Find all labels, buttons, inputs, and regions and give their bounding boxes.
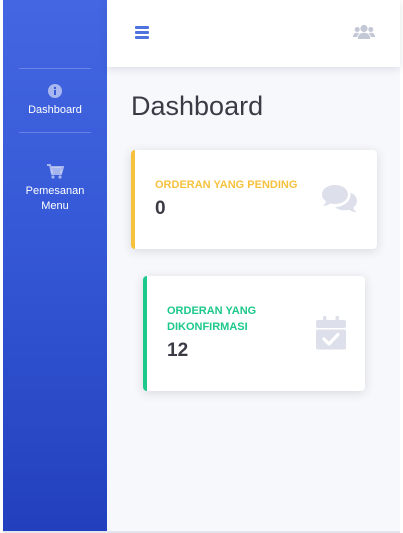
confirmed-orders-card: ORDERAN YANG DIKONFIRMASI 12 (143, 276, 365, 391)
topbar (107, 0, 400, 67)
app-window: Dashboard Pemesanan Menu Dashboard ORDER… (0, 0, 403, 533)
sidebar-item-pemesanan-menu[interactable]: Pemesanan Menu (3, 164, 107, 214)
pending-orders-card: ORDERAN YANG PENDING 0 (131, 150, 377, 249)
card-label: ORDERAN YANG DIKONFIRMASI (167, 305, 257, 333)
sidebar-item-label: Pemesanan Menu (25, 185, 85, 212)
sidebar-divider (19, 68, 91, 69)
card-value: 12 (167, 340, 189, 361)
main-content: Dashboard ORDERAN YANG PENDING 0 ORDERAN… (107, 0, 400, 533)
sidebar-item-label: Dashboard (28, 104, 82, 116)
hamburger-menu-icon[interactable] (135, 26, 149, 39)
shopping-cart-icon (46, 164, 64, 179)
sidebar-divider (19, 132, 91, 133)
users-icon[interactable] (353, 24, 375, 40)
sidebar: Dashboard Pemesanan Menu (3, 0, 107, 533)
page-title: Dashboard (131, 91, 264, 121)
info-circle-icon (48, 84, 62, 98)
card-value: 0 (155, 198, 166, 219)
card-label: ORDERAN YANG PENDING (155, 179, 298, 191)
calendar-check-icon (316, 316, 346, 350)
sidebar-item-dashboard[interactable]: Dashboard (3, 84, 107, 118)
comments-icon (322, 185, 357, 213)
